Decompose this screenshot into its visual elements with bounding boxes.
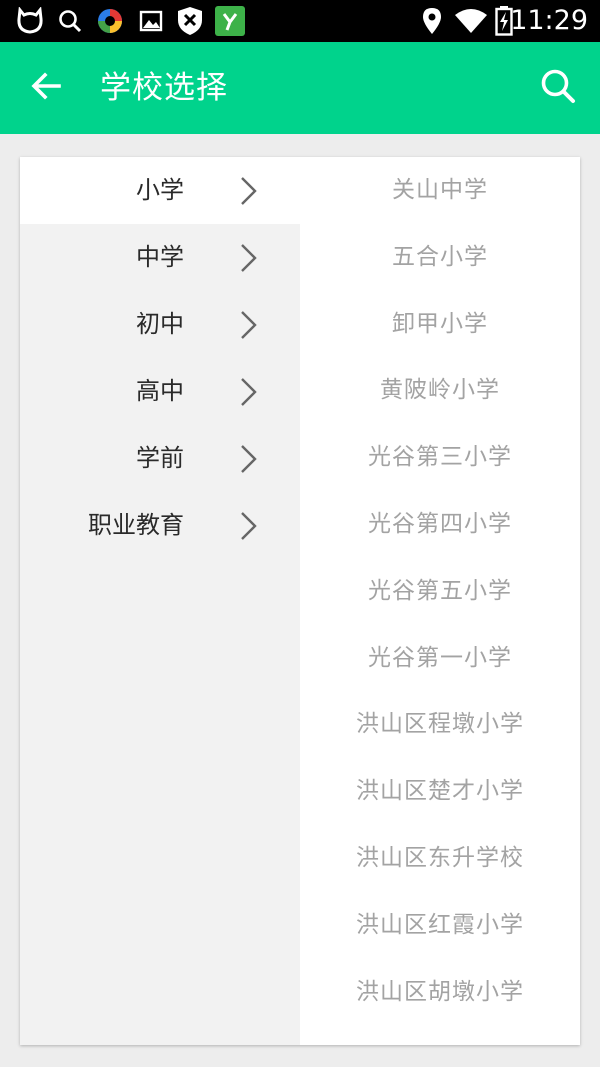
school-list-item[interactable]: 洪山区东升学校 (300, 825, 580, 892)
school-list-item[interactable]: 洪山区楚才小学 (300, 758, 580, 825)
status-bar: 11:29 (0, 0, 600, 42)
school-list-item[interactable]: 黄陂岭小学 (300, 357, 580, 424)
school-list-item[interactable]: 光谷第一小学 (300, 625, 580, 692)
chevron-right-icon (238, 510, 260, 542)
category-label: 学前 (136, 444, 184, 472)
category-item-preschool[interactable]: 学前 (20, 425, 300, 492)
school-list: 关山中学 五合小学 卸甲小学 黄陂岭小学 光谷第三小学 光谷第四小学 光谷第五小… (300, 157, 580, 1045)
school-list-item[interactable]: 五合小学 (300, 224, 580, 291)
app-y-icon (215, 6, 245, 36)
school-list-item[interactable]: 洪山区胡墩小学 (300, 959, 580, 1026)
wifi-icon (454, 7, 488, 35)
category-item-middle[interactable]: 中学 (20, 224, 300, 291)
search-icon (56, 7, 84, 35)
color-wheel-icon (95, 7, 125, 35)
search-button[interactable] (534, 64, 582, 112)
status-time: 11:29 (510, 5, 588, 36)
chevron-right-icon (238, 175, 260, 207)
school-list-item[interactable]: 洪山区红霞小学 (300, 892, 580, 959)
chevron-right-icon (238, 309, 260, 341)
school-list-item[interactable]: 卸甲小学 (300, 291, 580, 358)
category-label: 初中 (136, 310, 184, 338)
shield-x-icon (175, 7, 205, 35)
category-label: 中学 (136, 243, 184, 271)
image-icon (138, 7, 164, 35)
search-icon (540, 68, 576, 108)
school-list-item[interactable]: 光谷第四小学 (300, 491, 580, 558)
location-pin-icon (421, 7, 443, 35)
chevron-right-icon (238, 443, 260, 475)
category-label: 小学 (136, 176, 184, 204)
school-list-item[interactable]: 光谷第五小学 (300, 558, 580, 625)
school-selection-panel: 小学 中学 初中 高中 学前 职业教育 关山中学 五合小学 卸甲小学 黄陂岭小学… (20, 157, 580, 1045)
chevron-right-icon (238, 242, 260, 274)
category-item-junior[interactable]: 初中 (20, 291, 300, 358)
category-item-primary[interactable]: 小学 (20, 157, 300, 224)
category-list: 小学 中学 初中 高中 学前 职业教育 (20, 157, 300, 1045)
school-list-item[interactable]: 洪山区程墩小学 (300, 691, 580, 758)
chevron-right-icon (238, 376, 260, 408)
school-list-item[interactable]: 光谷第三小学 (300, 424, 580, 491)
category-item-senior[interactable]: 高中 (20, 358, 300, 425)
cat-face-icon (14, 7, 46, 35)
app-bar: 学校选择 (0, 42, 600, 134)
category-item-vocational[interactable]: 职业教育 (20, 492, 300, 559)
school-list-item[interactable]: 关山中学 (300, 157, 580, 224)
arrow-left-icon (31, 72, 61, 104)
category-label: 职业教育 (88, 511, 184, 539)
back-button[interactable] (22, 66, 70, 110)
page-title: 学校选择 (100, 70, 228, 106)
category-label: 高中 (136, 377, 184, 405)
